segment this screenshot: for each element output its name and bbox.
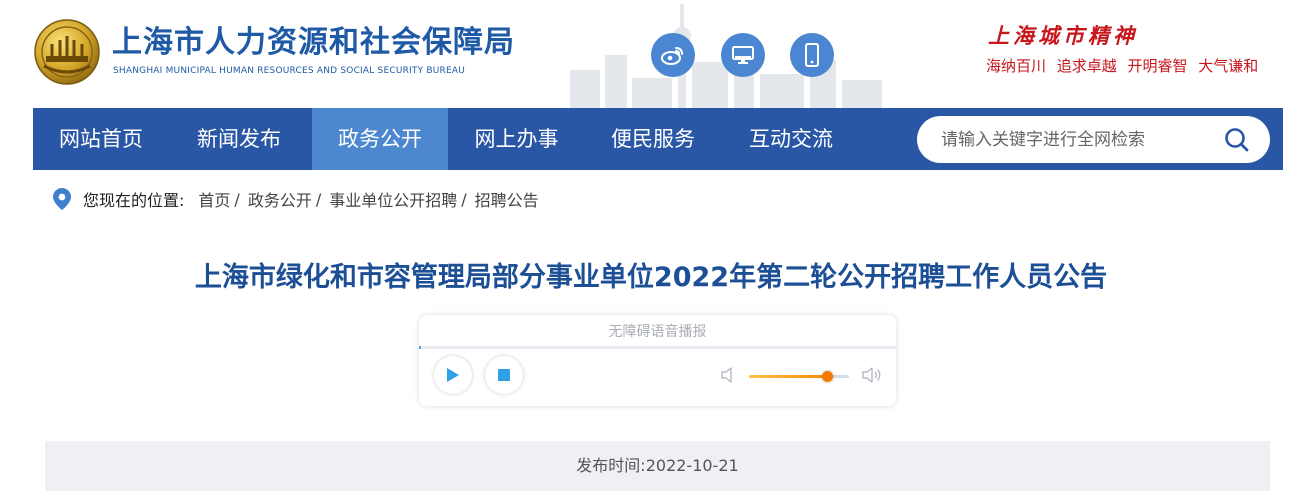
search-icon[interactable] [1224,127,1250,153]
breadcrumb-separator: / [234,189,240,209]
site-name: 上海市人力资源和社会保障局 [112,25,515,60]
breadcrumb-separator: / [315,189,322,209]
page-title: 上海市绿化和市容管理局部分事业单位2022年第二轮公开招聘工作人员公告 [194,262,1108,293]
nav-item-government-affairs[interactable]: 政务公开 [312,108,448,170]
player-label: 无障碍语音播报 [608,324,707,340]
play-icon [447,368,459,382]
publish-date: 2022-10-21 [645,456,739,475]
breadcrumb: 您现在的位置: 首页 / 政务公开 / 事业单位公开招聘 / 招聘公告 [53,187,539,211]
city-spirit-slogan: 海纳百川 追求卓越 开明睿智 大气谦和 [986,57,1259,75]
play-button[interactable] [434,356,472,394]
nav-item-interaction[interactable]: 互动交流 [721,108,861,170]
audio-player: 无障碍语音播报 [419,315,896,406]
nav-item-news[interactable]: 新闻发布 [169,108,309,170]
weibo-icon[interactable] [651,33,695,77]
site-header: 上海市人力资源和社会保障局 SHANGHAI MUNICIPAL HUMAN R… [0,0,1302,108]
breadcrumb-government-affairs[interactable]: 政务公开 [248,187,312,211]
desktop-icon[interactable] [721,33,765,77]
volume-low-icon[interactable] [720,366,736,384]
search-input[interactable] [941,116,1221,163]
nav-item-home[interactable]: 网站首页 [33,108,169,170]
breadcrumb-prefix: 您现在的位置: [83,191,185,210]
volume-fill [749,375,827,378]
player-divider [419,346,896,349]
volume-slider[interactable] [749,371,849,382]
bureau-logo[interactable] [32,18,102,86]
nav-item-online-services[interactable]: 网上办事 [448,108,585,170]
location-pin-icon [53,188,71,210]
nav-item-public-services[interactable]: 便民服务 [585,108,721,170]
stop-button[interactable] [485,356,523,394]
volume-handle[interactable] [822,371,833,382]
breadcrumb-recruitment[interactable]: 事业单位公开招聘 [329,187,457,211]
site-name-english: SHANGHAI MUNICIPAL HUMAN RESOURCES AND S… [113,66,466,76]
volume-high-icon[interactable] [861,366,883,384]
breadcrumb-announcement[interactable]: 招聘公告 [475,187,539,211]
site-search [917,116,1270,163]
stop-icon [498,369,510,381]
publish-label: 发布时间: [576,456,646,475]
city-spirit-title: 上海城市精神 [988,23,1138,48]
main-nav: 网站首页 新闻发布 政务公开 网上办事 便民服务 互动交流 [33,108,1283,170]
playback-progress[interactable] [419,346,421,349]
publish-info: 发布时间:2022-10-21 [45,441,1270,491]
breadcrumb-home[interactable]: 首页 [198,187,230,211]
breadcrumb-separator: / [461,189,467,209]
mobile-icon[interactable] [790,33,834,77]
